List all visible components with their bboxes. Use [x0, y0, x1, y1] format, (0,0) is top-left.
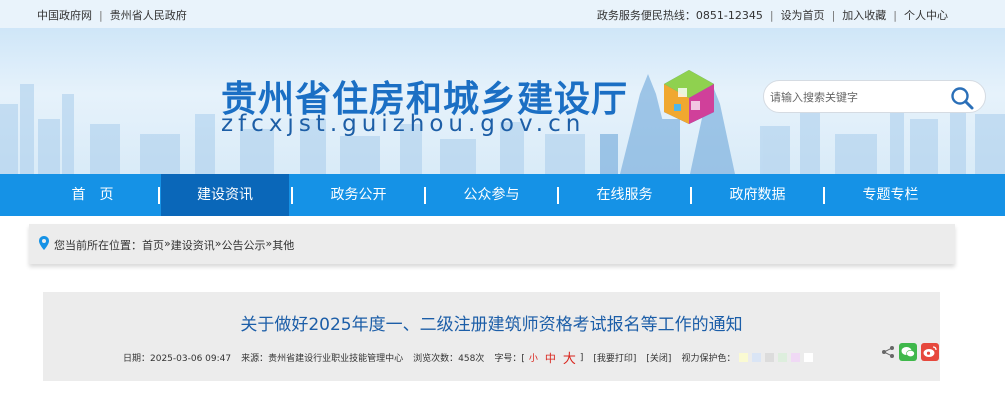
search-input[interactable] [770, 87, 945, 107]
nav-special-topics[interactable]: 专题专栏 [825, 174, 956, 216]
nav-government-data[interactable]: 政府数据 [692, 174, 823, 216]
site-header-banner: 贵州省住房和城乡建设厅 zfcxjst.guizhou.gov.cn [0, 28, 1005, 174]
breadcrumb-announcements[interactable]: 公告公示 [221, 237, 265, 253]
color-swatch-green[interactable] [778, 353, 788, 362]
link-personal-center[interactable]: 个人中心 [904, 7, 948, 23]
nav-government-affairs[interactable]: 政务公开 [293, 174, 424, 216]
font-size-label: 字号：[ [494, 354, 525, 364]
font-large-button[interactable]: 大 [563, 348, 576, 367]
font-medium-button[interactable]: 中 [545, 350, 556, 366]
main-navigation: 首 页 建设资讯 政务公开 公众参与 在线服务 政府数据 专题专栏 [0, 174, 1005, 216]
article-source: 来源：贵州省建设行业职业技能管理中心 [241, 354, 404, 364]
site-domain: zfcxjst.guizhou.gov.cn [221, 111, 586, 137]
color-swatch-blue[interactable] [752, 353, 762, 362]
search-box [763, 80, 986, 113]
breadcrumb-construction-news[interactable]: 建设资讯 [171, 237, 215, 253]
article-header: 关于做好2025年度一、二级注册建筑师资格考试报名等工作的通知 日期：2025-… [43, 292, 940, 381]
weibo-icon [923, 346, 937, 357]
link-guizhou-gov[interactable]: 贵州省人民政府 [110, 7, 187, 23]
divider: | [769, 8, 774, 22]
divider: | [893, 8, 897, 22]
article-views: 浏览次数：458次 [413, 354, 485, 364]
divider: | [99, 8, 103, 22]
article-title: 关于做好2025年度一、二级注册建筑师资格考试报名等工作的通知 [240, 315, 743, 335]
divider: | [831, 8, 836, 22]
link-set-homepage[interactable]: 设为首页 [781, 7, 825, 23]
wechat-icon [901, 347, 915, 358]
site-logo-cube [664, 70, 714, 124]
nav-online-services[interactable]: 在线服务 [559, 174, 690, 216]
top-utility-bar: 中国政府网 | 贵州省人民政府 政务服务便民热线：0851-12345 | 设为… [0, 0, 1005, 28]
breadcrumb-separator: » [214, 237, 222, 250]
article-meta: 日期：2025-03-06 09:47 来源：贵州省建设行业职业技能管理中心 浏… [123, 348, 817, 367]
print-button[interactable]: [我要打印] [593, 351, 636, 364]
share-icon[interactable] [881, 345, 895, 359]
link-add-favorite[interactable]: 加入收藏 [842, 7, 886, 23]
hotline-text: 政务服务便民热线：0851-12345 [596, 9, 763, 22]
color-swatch-yellow[interactable] [739, 353, 749, 362]
breadcrumb-other[interactable]: 其他 [272, 237, 294, 253]
eye-protect-label: 视力保护色： [681, 354, 736, 364]
wechat-share-button[interactable] [899, 343, 917, 361]
close-button[interactable]: [关闭] [646, 351, 671, 364]
font-size-close-bracket: ] [579, 352, 584, 363]
search-icon[interactable] [949, 85, 975, 111]
nav-construction-news[interactable]: 建设资讯 [161, 174, 289, 216]
breadcrumb: 您当前所在位置： 首页 » 建设资讯 » 公告公示 » 其他 [29, 224, 955, 264]
breadcrumb-separator: » [164, 237, 171, 250]
breadcrumb-home[interactable]: 首页 [142, 237, 164, 253]
share-bar [881, 343, 939, 361]
nav-public-participation[interactable]: 公众参与 [426, 174, 557, 216]
color-swatch-white[interactable] [804, 353, 814, 362]
color-swatch-gray[interactable] [765, 353, 775, 362]
font-small-button[interactable]: 小 [529, 351, 538, 364]
link-gov-cn[interactable]: 中国政府网 [37, 7, 92, 23]
nav-divider [158, 187, 160, 204]
location-pin-icon [39, 236, 49, 250]
nav-home[interactable]: 首 页 [27, 174, 158, 216]
color-swatch-purple[interactable] [791, 353, 801, 362]
weibo-share-button[interactable] [921, 343, 939, 361]
breadcrumb-separator: » [265, 237, 273, 250]
article-date: 日期：2025-03-06 09:47 [123, 354, 232, 364]
breadcrumb-prefix: 您当前所在位置： [54, 239, 142, 252]
